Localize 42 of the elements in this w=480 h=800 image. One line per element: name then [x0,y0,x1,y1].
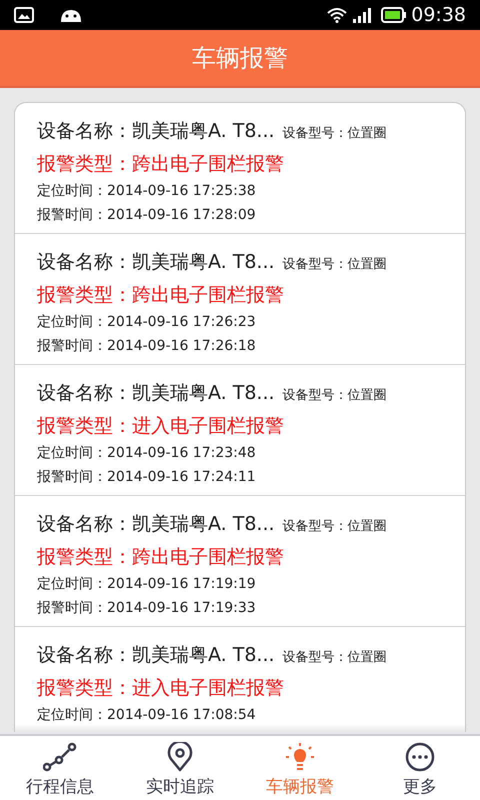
location-pin-icon [167,742,193,772]
alarm-type: 报警类型：跨出电子围栏报警 [37,544,285,570]
device-name: 设备名称：凯美瑞粤A. T8... [37,643,275,668]
wifi-icon [327,7,348,23]
alarm-item[interactable]: 设备名称：凯美瑞粤A. T8... 设备型号：位置圈 报警类型：跨出电子围栏报警 定位时间：2014-09-16 17:25:38 报警时间：2014-09-16 17:28:09 [15,103,465,234]
device-model: 设备型号：位置圈 [282,649,387,667]
alarm-time: 报警时间：2014-09-16 17:28:09 [37,206,257,225]
alarm-item[interactable]: 设备名称：凯美瑞粤A. T8... 设备型号：位置圈 报警类型：进入电子围栏报警 定位时间：2014-09-16 17:23:48 报警时间：2014-09-16 17:24:11 [15,365,465,496]
located-time: 定位时间：2014-09-16 17:08:54 [37,706,257,725]
image-icon [14,7,34,23]
more-icon [405,742,435,772]
nav-tab[interactable]: 实时追踪 [120,736,240,800]
device-model: 设备型号：位置圈 [282,125,387,143]
alarm-time: 报警时间：2014-09-16 17:19:33 [37,599,257,618]
light-bulb-icon [285,742,315,772]
device-name: 设备名称：凯美瑞粤A. T8... [37,250,275,275]
nav-tab[interactable]: 更多 [360,736,480,800]
device-model: 设备型号：位置圈 [282,518,387,536]
nav-tab[interactable]: 行程信息 [0,736,120,800]
alarm-type: 报警类型：跨出电子围栏报警 [37,282,285,308]
status-time: 09:38 [411,2,466,28]
located-time: 定位时间：2014-09-16 17:25:38 [37,182,257,201]
located-time: 定位时间：2014-09-16 17:26:23 [37,313,257,332]
located-time: 定位时间：2014-09-16 17:19:19 [37,575,257,594]
alarm-type: 报警类型：进入电子围栏报警 [37,676,285,700]
android-icon [59,7,83,23]
route-icon [43,742,77,772]
alarm-time: 报警时间：2014-09-16 17:26:18 [37,337,257,356]
alarm-time: 报警时间：2014-09-16 17:24:11 [37,468,257,487]
alarm-item[interactable]: 设备名称：凯美瑞粤A. T8... 设备型号：位置圈 报警类型：跨出电子围栏报警 定位时间：2014-09-16 17:19:19 报警时间：2014-09-16 17:19:33 [15,496,465,627]
alarm-type: 报警类型：跨出电子围栏报警 [37,152,285,176]
device-model: 设备型号：位置圈 [282,387,387,405]
device-name: 设备名称：凯美瑞粤A. T8... [37,381,275,406]
device-name: 设备名称：凯美瑞粤A. T8... [37,512,275,537]
page-title: 车辆报警 [192,43,288,74]
signal-icon [353,7,374,23]
device-model: 设备型号：位置圈 [282,256,387,274]
battery-icon [381,7,408,23]
device-name: 设备名称：凯美瑞粤A. T8... [37,119,275,144]
alarm-item[interactable]: 设备名称：凯美瑞粤A. T8... 设备型号：位置圈 报警类型：跨出电子围栏报警 定位时间：2014-09-16 17:26:23 报警时间：2014-09-16 17:26:18 [15,234,465,365]
located-time: 定位时间：2014-09-16 17:23:48 [37,444,257,463]
alarm-type: 报警类型：进入电子围栏报警 [37,414,285,438]
